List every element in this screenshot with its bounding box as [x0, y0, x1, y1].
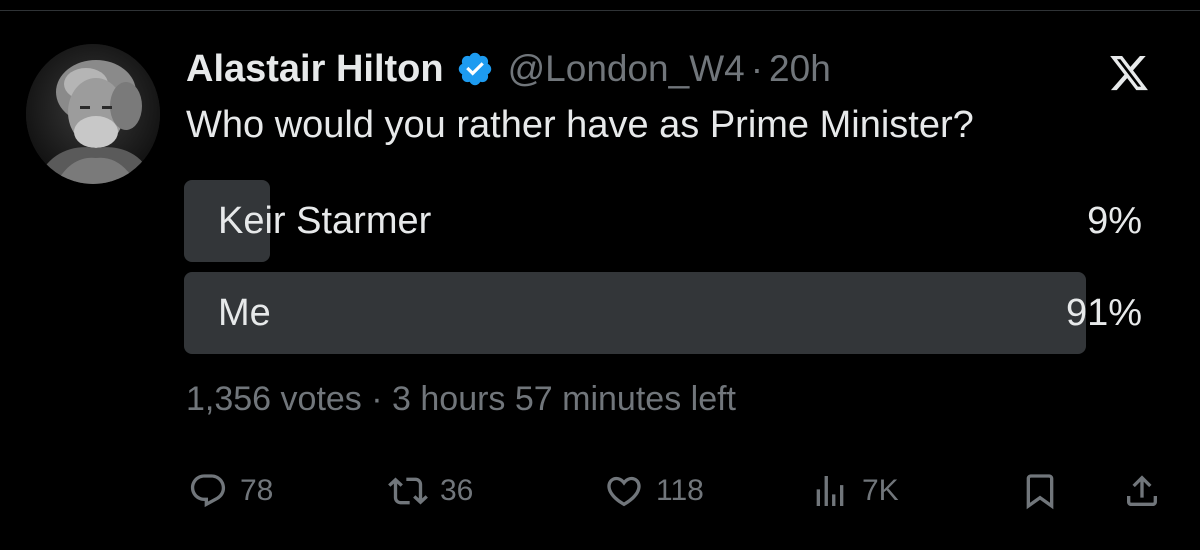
like-button[interactable]: 118	[604, 466, 704, 516]
author-handle[interactable]: @London_W4	[508, 48, 745, 90]
poll-option-me[interactable]: Me 91%	[184, 272, 1144, 354]
views-button[interactable]: 7K	[810, 466, 899, 516]
poll-meta: 1,356 votes · 3 hours 57 minutes left	[186, 380, 736, 419]
reply-button[interactable]: 78	[188, 466, 273, 516]
author-name[interactable]: Alastair Hilton	[186, 48, 444, 91]
repost-icon	[388, 477, 428, 505]
reply-icon	[190, 474, 226, 508]
x-logo-icon	[1110, 55, 1148, 91]
action-bar: 78 36 118 7K	[0, 466, 1200, 516]
poll-option-keir-starmer[interactable]: Keir Starmer 9%	[184, 180, 1144, 262]
views-icon	[816, 476, 844, 506]
like-count: 118	[656, 474, 704, 507]
poll-option-label: Keir Starmer	[218, 200, 432, 242]
share-icon	[1127, 475, 1157, 506]
verified-badge-icon[interactable]	[456, 50, 494, 88]
views-count: 7K	[862, 474, 899, 507]
poll-votes: 1,356 votes	[186, 380, 362, 418]
tweet-text: Who would you rather have as Prime Minis…	[186, 104, 974, 146]
avatar-photo	[26, 44, 160, 184]
bookmark-icon	[1026, 474, 1054, 510]
poll-option-percent: 91%	[1065, 292, 1142, 334]
repost-button[interactable]: 36	[388, 466, 473, 516]
repost-count: 36	[440, 474, 474, 507]
heart-icon	[607, 476, 641, 507]
poll-option-percent: 9%	[1087, 200, 1142, 242]
poll-meta-separator: ·	[371, 380, 383, 418]
poll-time-left: 3 hours 57 minutes left	[392, 380, 736, 418]
tweet-timestamp[interactable]: 20h	[769, 48, 831, 90]
avatar[interactable]	[26, 44, 160, 184]
poll-option-label: Me	[218, 292, 271, 334]
header-separator: ·	[750, 48, 764, 89]
top-divider	[0, 10, 1200, 11]
tweet-header: Alastair Hilton @London_W4 · 20h	[186, 44, 831, 94]
share-button[interactable]	[1122, 466, 1162, 516]
poll-fill-bar	[184, 272, 1087, 354]
reply-count: 78	[240, 474, 274, 507]
bookmark-button[interactable]	[1020, 466, 1060, 516]
